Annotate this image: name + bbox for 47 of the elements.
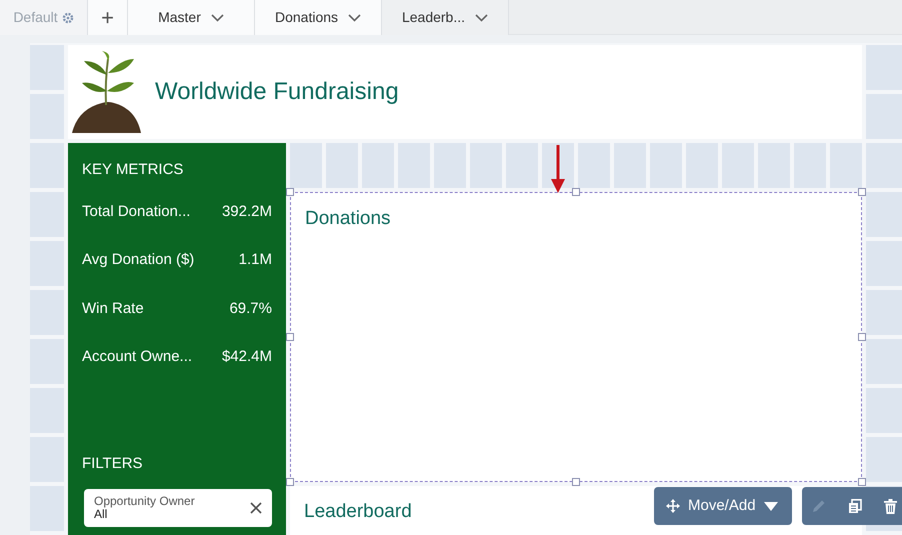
- metric-label: Win Rate: [82, 298, 144, 318]
- copy-icon[interactable]: [848, 498, 862, 514]
- section-title: FILTERS: [82, 454, 144, 474]
- section-title: KEY METRICS: [82, 160, 184, 180]
- resize-handle[interactable]: [858, 333, 866, 341]
- gear-icon: [62, 12, 74, 24]
- resize-handle[interactable]: [286, 333, 294, 341]
- widget-title: Leaderboard: [304, 500, 412, 524]
- widget-title: Donations: [305, 207, 391, 231]
- layout-grid-cell: [866, 192, 902, 237]
- layout-grid-cell: [830, 143, 862, 188]
- resize-handle[interactable]: [572, 478, 580, 486]
- dashboard-title: Worldwide Fundraising: [155, 77, 399, 107]
- layout-grid-cell: [866, 437, 902, 482]
- metric-label: Total Donation...: [82, 202, 190, 222]
- resize-handle[interactable]: [572, 188, 580, 196]
- trash-icon[interactable]: [884, 498, 897, 514]
- page-tab[interactable]: Master: [128, 0, 255, 35]
- arrow-annotation-icon: [551, 145, 565, 193]
- layout-grid-cell: [866, 339, 902, 384]
- chevron-down-icon: [210, 14, 224, 22]
- page-tab[interactable]: Leaderb...: [382, 0, 509, 35]
- filter-value: All: [94, 508, 108, 522]
- page-tab[interactable]: Donations: [255, 0, 382, 35]
- metric-value: 392.2M: [222, 202, 272, 222]
- chevron-down-icon: [348, 14, 362, 22]
- filter-label: Opportunity Owner: [94, 495, 195, 508]
- close-icon[interactable]: [250, 502, 262, 514]
- layout-grid-cell: [578, 143, 610, 188]
- chevron-down-icon: [475, 14, 488, 22]
- metric-value: $42.4M: [222, 347, 272, 367]
- caret-down-icon: [764, 502, 778, 510]
- metric-value: 69.7%: [229, 298, 272, 318]
- move-add-button[interactable]: Move/Add: [654, 487, 790, 525]
- metric-label: Avg Donation ($): [82, 250, 194, 270]
- layout-grid-cell: [290, 143, 322, 188]
- layout-grid-cell: [866, 290, 902, 335]
- layout-grid-cell: [866, 143, 902, 188]
- add-page-button[interactable]: +: [88, 0, 128, 35]
- move-arrows-icon: [666, 499, 680, 513]
- resize-handle[interactable]: [286, 188, 294, 196]
- metric-label: Account Owne...: [82, 347, 192, 367]
- resize-handle[interactable]: [286, 478, 294, 486]
- resize-handle[interactable]: [858, 478, 866, 486]
- filter-card[interactable]: Opportunity Owner All: [84, 489, 272, 528]
- metric-value: 1.1M: [238, 250, 272, 270]
- resize-handle[interactable]: [858, 188, 866, 196]
